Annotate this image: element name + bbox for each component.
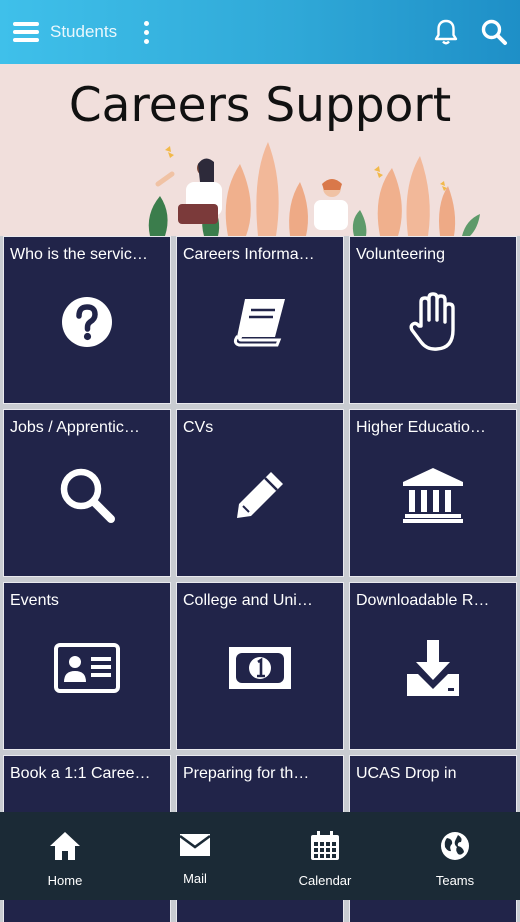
nav-home-label: Home [47, 873, 83, 888]
careers-banner: Careers Support [0, 64, 520, 236]
tile-label: UCAS Drop in [356, 765, 457, 782]
book-icon [177, 287, 343, 357]
menu-icon[interactable] [10, 0, 42, 64]
globe-icon [439, 830, 471, 867]
tile-who-is-the-service[interactable]: Who is the servic… [3, 236, 171, 404]
tile-label: Book a 1:1 Caree… [10, 765, 151, 782]
tile-jobs-apprenticeships[interactable]: Jobs / Apprentic… [3, 409, 171, 577]
tile-events[interactable]: Events [3, 582, 171, 750]
nav-teams-label: Teams [435, 873, 475, 888]
tile-college-and-university[interactable]: College and Uni… [176, 582, 344, 750]
institution-icon [350, 460, 516, 530]
tile-label: Volunteering [356, 246, 445, 263]
nav-calendar-label: Calendar [298, 873, 352, 888]
tile-label: Preparing for th… [183, 765, 310, 782]
tile-downloadable-resources[interactable]: Downloadable R… [349, 582, 517, 750]
search-icon[interactable] [476, 0, 512, 64]
nav-calendar[interactable]: Calendar [260, 812, 390, 900]
id-card-icon [4, 633, 170, 703]
tile-label: CVs [183, 419, 214, 436]
download-icon [350, 633, 516, 703]
question-circle-icon [4, 287, 170, 357]
banknote-icon [177, 633, 343, 703]
home-icon [48, 830, 82, 867]
mail-icon [178, 830, 212, 865]
nav-teams[interactable]: Teams [390, 812, 520, 900]
tile-volunteering[interactable]: Volunteering [349, 236, 517, 404]
app-header: Students [0, 0, 520, 64]
tile-cvs[interactable]: CVs [176, 409, 344, 577]
hand-icon [350, 287, 516, 357]
tile-label: Jobs / Apprentic… [10, 419, 140, 436]
nav-mail-label: Mail [183, 871, 207, 886]
page-title: Students [50, 22, 118, 41]
bell-icon[interactable] [428, 0, 464, 64]
magnifier-icon [4, 460, 170, 530]
tile-label: Who is the servic… [10, 246, 148, 263]
pencil-icon [177, 460, 343, 530]
tile-label: College and Uni… [183, 592, 313, 609]
nav-home[interactable]: Home [0, 812, 130, 900]
tile-label: Careers Informa… [183, 246, 315, 263]
calendar-icon [309, 830, 341, 867]
tile-careers-information[interactable]: Careers Informa… [176, 236, 344, 404]
banner-title: Careers Support [68, 78, 452, 133]
bottom-navigation: Home Mail Calendar Teams [0, 812, 520, 900]
nav-mail[interactable]: Mail [130, 812, 260, 900]
tile-label: Downloadable R… [356, 592, 490, 609]
tile-label: Events [10, 592, 59, 609]
tile-higher-education[interactable]: Higher Educatio… [349, 409, 517, 577]
more-vertical-icon[interactable] [136, 0, 156, 64]
tile-label: Higher Educatio… [356, 419, 486, 436]
